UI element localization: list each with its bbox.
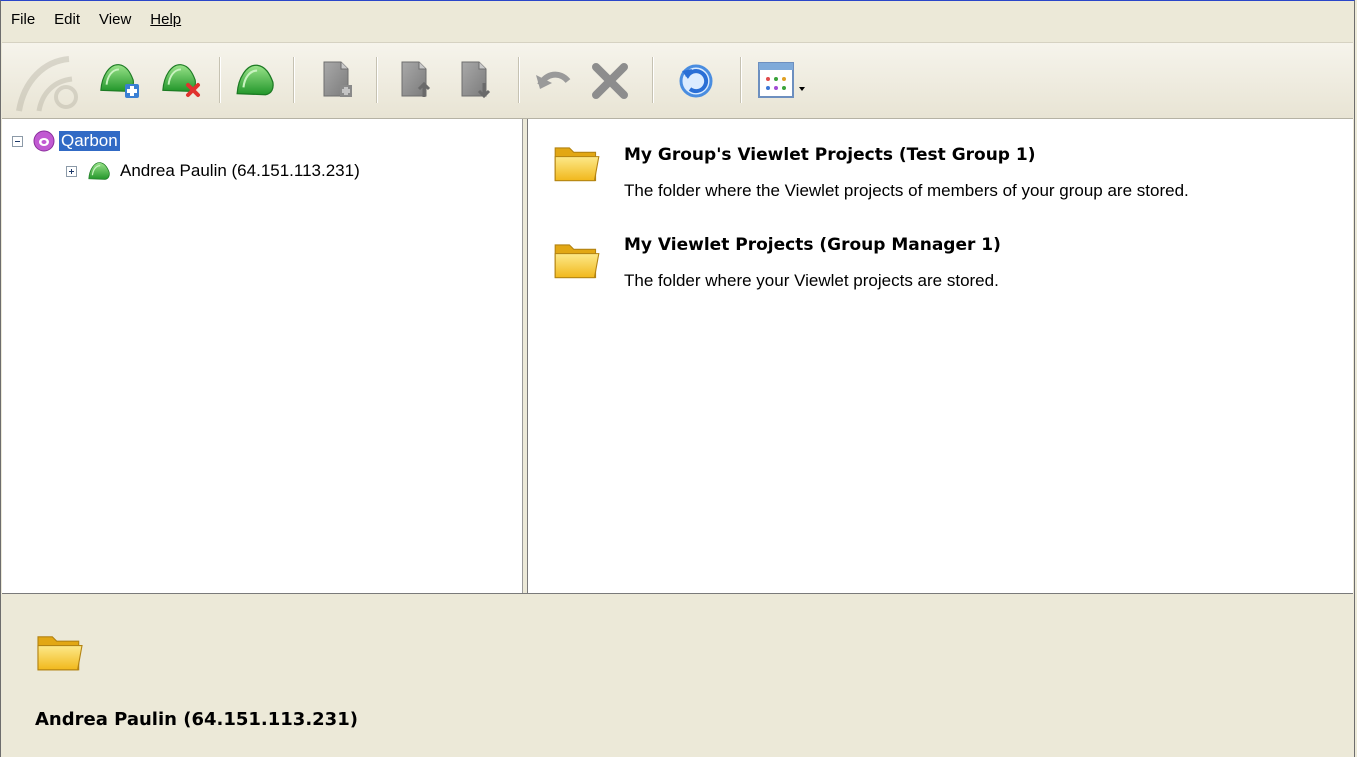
tree-pane: Qarbon Andrea Paulin (64.151.113.231) <box>2 119 523 593</box>
user-icon <box>88 161 110 180</box>
new-project-icon[interactable] <box>316 59 360 103</box>
tree-node-user[interactable]: Andrea Paulin (64.151.113.231) <box>66 159 360 183</box>
view-options-button[interactable] <box>756 59 818 103</box>
delete-icon[interactable] <box>588 59 632 103</box>
toolbar-separator <box>740 57 742 103</box>
folder-description: The folder where the Viewlet projects of… <box>624 181 1189 200</box>
add-user-icon[interactable] <box>98 59 142 103</box>
tree-node-label: Andrea Paulin (64.151.113.231) <box>120 161 360 180</box>
menu-view[interactable]: View <box>90 11 141 28</box>
refresh-icon[interactable] <box>674 59 718 103</box>
folder-title: My Viewlet Projects (Group Manager 1) <box>624 235 1001 255</box>
toolbar-separator <box>518 57 520 103</box>
menu-bar: File Edit View Help <box>2 2 1353 43</box>
tree-node-label: Qarbon <box>59 131 120 151</box>
toolbar-separator <box>376 57 378 103</box>
folder-description: The folder where your Viewlet projects a… <box>624 271 999 290</box>
toolbar-separator <box>652 57 654 103</box>
details-pane: Andrea Paulin (64.151.113.231) <box>2 593 1353 757</box>
expand-icon[interactable] <box>66 165 77 177</box>
logo-watermark-icon <box>16 56 78 112</box>
menu-file[interactable]: File <box>2 11 45 28</box>
folder-icon <box>554 147 600 182</box>
menu-help-label: Help <box>150 11 182 28</box>
folder-icon <box>37 636 83 671</box>
application-window: File Edit View Help Qarbon Andrea Paulin… <box>0 0 1355 757</box>
qarbon-logo-icon <box>33 130 55 152</box>
details-title: Andrea Paulin (64.151.113.231) <box>35 709 358 730</box>
toolbar-separator <box>219 57 221 103</box>
folder-title: My Group's Viewlet Projects (Test Group … <box>624 145 1036 165</box>
toolbar <box>2 43 1353 119</box>
tree-node-root[interactable]: Qarbon <box>12 129 120 153</box>
user-icon[interactable] <box>234 59 278 103</box>
remove-user-icon[interactable] <box>160 59 204 103</box>
import-project-icon[interactable] <box>394 59 438 103</box>
export-project-icon[interactable] <box>454 59 498 103</box>
content-pane: My Group's Viewlet Projects (Test Group … <box>528 119 1353 593</box>
menu-help[interactable]: Help <box>141 11 191 28</box>
collapse-icon[interactable] <box>12 135 23 147</box>
folder-icon <box>554 244 600 279</box>
toolbar-separator <box>293 57 295 103</box>
view-options-icon <box>758 62 805 98</box>
menu-edit[interactable]: Edit <box>45 11 90 28</box>
undo-icon[interactable] <box>532 59 576 103</box>
